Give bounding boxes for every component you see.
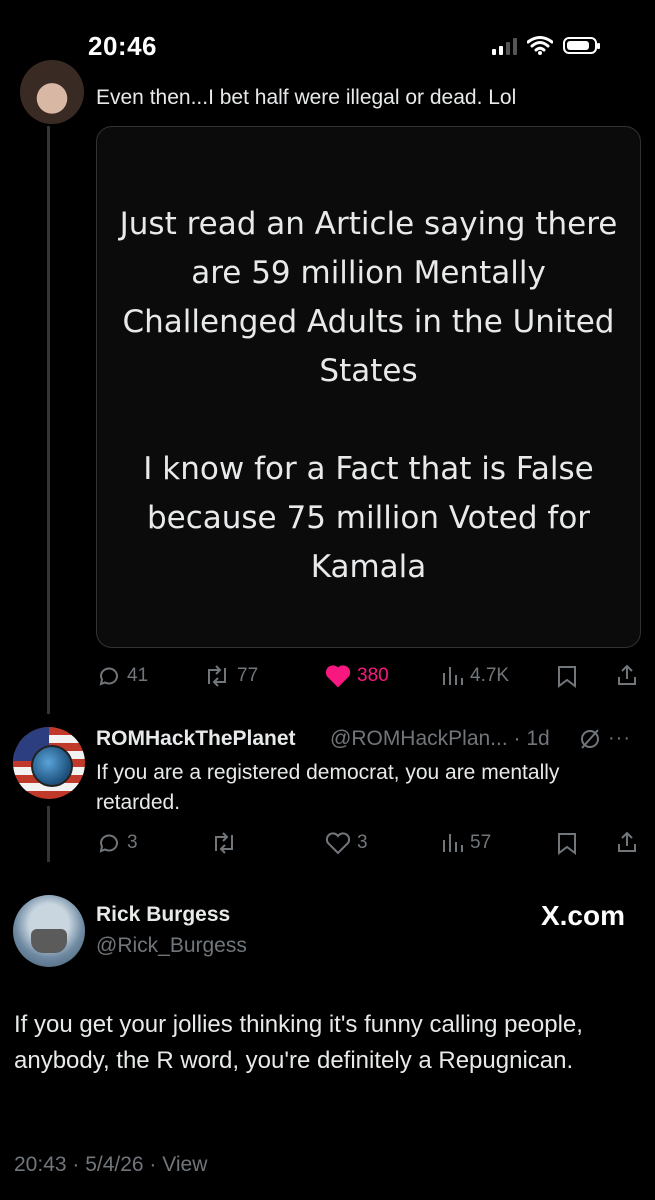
views-count: 57	[470, 832, 492, 853]
repost-button[interactable]	[210, 831, 244, 855]
globe-image	[31, 745, 73, 787]
reply-icon	[99, 834, 118, 853]
views-button[interactable]: 57	[440, 831, 491, 855]
wifi-icon	[527, 36, 553, 55]
status-time: 20:46	[88, 31, 157, 61]
tweet-text: If you get your jollies thinking it's fu…	[14, 1011, 583, 1074]
reply-icon	[99, 667, 118, 686]
reply-button[interactable]: 41	[97, 664, 148, 688]
reply-count: 3	[127, 832, 138, 853]
heart-icon	[325, 832, 351, 855]
grok-icon[interactable]	[578, 727, 602, 751]
bookmark-button[interactable]	[556, 831, 578, 855]
repost-button[interactable]: 77	[203, 664, 258, 688]
repost-icon	[215, 832, 233, 854]
tweet-meta[interactable]: 20:43 · 5/4/26 · View	[14, 1153, 207, 1177]
views-icon	[443, 667, 463, 685]
thread-line	[47, 126, 50, 714]
more-options-button[interactable]: ···	[608, 727, 631, 750]
like-count: 3	[357, 832, 368, 853]
avatar-mask-shape	[31, 929, 67, 953]
reply-button[interactable]: 3	[97, 831, 138, 855]
share-button[interactable]	[615, 830, 639, 854]
battery-icon	[563, 37, 600, 54]
views-button[interactable]: 4.7K	[440, 664, 509, 688]
share-button[interactable]	[615, 663, 639, 687]
battery-level	[567, 41, 589, 50]
views-icon	[443, 834, 463, 852]
card-paragraph-1: Just read an Article saying there are 59…	[119, 206, 618, 389]
reply-text: Even then...I bet half were illegal or d…	[96, 86, 517, 109]
status-icons	[492, 36, 600, 55]
reply-count: 41	[127, 665, 149, 686]
like-button[interactable]: 3	[325, 831, 368, 855]
views-count: 4.7K	[470, 665, 510, 686]
like-count: 380	[357, 665, 389, 686]
avatar[interactable]	[13, 727, 85, 799]
share-icon	[618, 831, 636, 852]
bookmark-button[interactable]	[556, 664, 578, 688]
repost-icon	[208, 665, 226, 687]
bookmark-icon	[558, 666, 576, 688]
display-name[interactable]: ROMHackThePlanet	[96, 727, 296, 751]
thread-line	[47, 806, 50, 862]
avatar[interactable]	[20, 60, 84, 124]
handle-and-time[interactable]: @ROMHackPlan... · 1d	[330, 727, 550, 751]
quoted-image-card[interactable]: Just read an Article saying there are 59…	[96, 126, 641, 648]
x-com-watermark: X.com	[540, 900, 625, 931]
share-icon	[618, 664, 636, 685]
avatar[interactable]	[13, 895, 85, 967]
cellular-signal-icon	[492, 37, 517, 55]
handle[interactable]: @Rick_Burgess	[96, 934, 247, 958]
repost-count: 77	[237, 665, 259, 686]
card-paragraph-2: I know for a Fact that is False because …	[143, 451, 594, 585]
heart-icon	[325, 665, 351, 688]
display-name[interactable]: Rick Burgess	[96, 903, 230, 927]
like-button[interactable]: 380	[325, 664, 389, 688]
reply-text: If you are a registered democrat, you ar…	[96, 761, 560, 814]
bookmark-icon	[558, 833, 576, 855]
